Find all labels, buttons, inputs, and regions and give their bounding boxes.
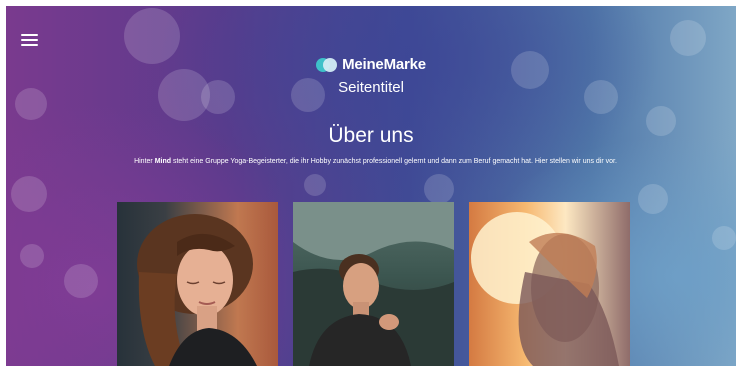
- section-heading: Über uns: [328, 124, 414, 147]
- hamburger-menu-icon[interactable]: [21, 34, 38, 47]
- intro-text-bold: Mind: [154, 158, 172, 165]
- site-title: Seitentitel: [338, 78, 404, 96]
- woman-sunset-photo: [471, 212, 619, 366]
- team-photo-1[interactable]: [117, 202, 278, 366]
- bokeh-light: [712, 226, 736, 250]
- intro-text-start: Hinter: [134, 158, 155, 165]
- team-photo-3[interactable]: [469, 202, 630, 366]
- logo[interactable]: MeineMarke: [316, 56, 426, 73]
- brand: MeineMarke Seitentitel: [6, 56, 736, 96]
- man-mountains-photo: [293, 202, 454, 366]
- intro-text: Hinter Mind steht eine Gruppe Yoga-Begei…: [118, 157, 633, 167]
- bokeh-light: [304, 174, 326, 196]
- hero-section: MeineMarke Seitentitel Über uns Hinter M…: [6, 6, 736, 366]
- team-photo-2[interactable]: [293, 202, 454, 366]
- bokeh-light: [11, 176, 47, 212]
- intro-text-end: steht eine Gruppe Yoga-Begeisterter, die…: [171, 158, 617, 165]
- bokeh-light: [424, 174, 454, 204]
- overlapping-circles-logo-icon: [316, 57, 338, 73]
- bokeh-light: [670, 20, 706, 56]
- brand-name: MeineMarke: [342, 56, 426, 73]
- bokeh-light: [638, 184, 668, 214]
- bokeh-light: [64, 264, 98, 298]
- bokeh-light: [20, 244, 44, 268]
- woman-eyes-closed-photo: [137, 214, 257, 366]
